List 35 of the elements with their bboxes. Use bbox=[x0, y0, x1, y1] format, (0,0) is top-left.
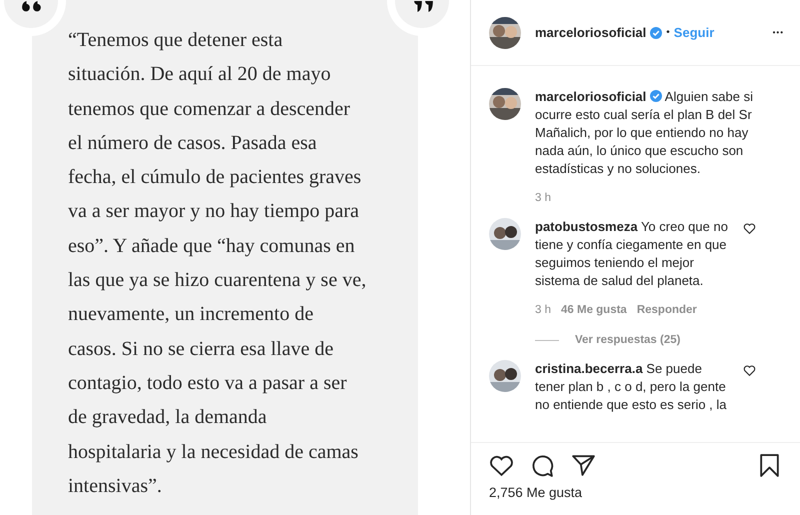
heart-icon[interactable] bbox=[489, 453, 514, 478]
comment-likes[interactable]: 46 Me gusta bbox=[561, 304, 627, 316]
quote-text-line: contagio, todo esto va a pasar a ser bbox=[68, 370, 348, 396]
separator-dot: • bbox=[666, 27, 670, 38]
reply-button[interactable]: Responder bbox=[636, 304, 697, 316]
quote-text-line: de gravedad, la demanda bbox=[68, 405, 268, 430]
quote-text-line: “Tenemos que detener esta bbox=[68, 28, 284, 53]
quote-text-line: fecha, el cúmulo de pacientes graves bbox=[68, 165, 362, 190]
quote-text-line: las que ya se hizo cuarentena y se ve, bbox=[68, 268, 368, 294]
caption-text: marceloriosoficial Alguien sabe si ocurre esto cual sería el plan B del Sr Mañalich, por lo que entiendo no hay nada aún, lo único que escucho son estadísticas y no soluciones. bbox=[535, 88, 754, 178]
comment-time: 3 h bbox=[535, 192, 551, 204]
quote-text-line: eso”. Y añade que “hay comunas en bbox=[68, 234, 356, 259]
quote-text-line: casos. Si no se cierra esa llave de bbox=[68, 336, 334, 362]
quote-icon bbox=[21, 1, 43, 12]
quote-text-line: situación. De aquí al 20 de mayo bbox=[68, 62, 332, 88]
username-link[interactable]: marceloriosoficial bbox=[535, 25, 646, 40]
view-replies-button[interactable]: Ver respuestas (25) bbox=[575, 334, 680, 346]
like-heart-icon[interactable] bbox=[743, 364, 756, 377]
bookmark-icon[interactable] bbox=[757, 453, 782, 478]
share-icon[interactable] bbox=[571, 453, 596, 478]
likes-count[interactable]: 2,756 Me gusta bbox=[489, 485, 582, 500]
quote-text-line: va a ser mayor y no hay tiempo para bbox=[68, 199, 360, 224]
comment-time: 3 h bbox=[535, 304, 551, 316]
quote-text-line: hospitalaria y la necesidad de camas bbox=[68, 440, 360, 465]
quote-text-line: el número de casos. Pasada esa bbox=[68, 130, 318, 156]
comment-text: cristina.becerra.a Se puede tener plan b , c o d, pero la gente no entiende que esto es serio , la bbox=[535, 360, 728, 414]
follow-button[interactable]: Seguir bbox=[674, 25, 714, 40]
quote-text-line: nuevamente, un incremento de bbox=[68, 302, 314, 328]
quote-text-line: tenemos que comenzar a descender bbox=[68, 96, 352, 122]
like-heart-icon[interactable] bbox=[743, 222, 756, 235]
quote-text-line: intensivas”. bbox=[68, 474, 163, 499]
more-options-button[interactable]: ••• bbox=[772, 28, 784, 37]
comment-text: patobustosmeza Yo creo que no tiene y confía ciegamente en que seguimos teniendo el mejor sistema de salud del planeta. bbox=[535, 218, 729, 290]
comment-icon[interactable] bbox=[530, 453, 555, 478]
quote-icon bbox=[412, 1, 434, 12]
